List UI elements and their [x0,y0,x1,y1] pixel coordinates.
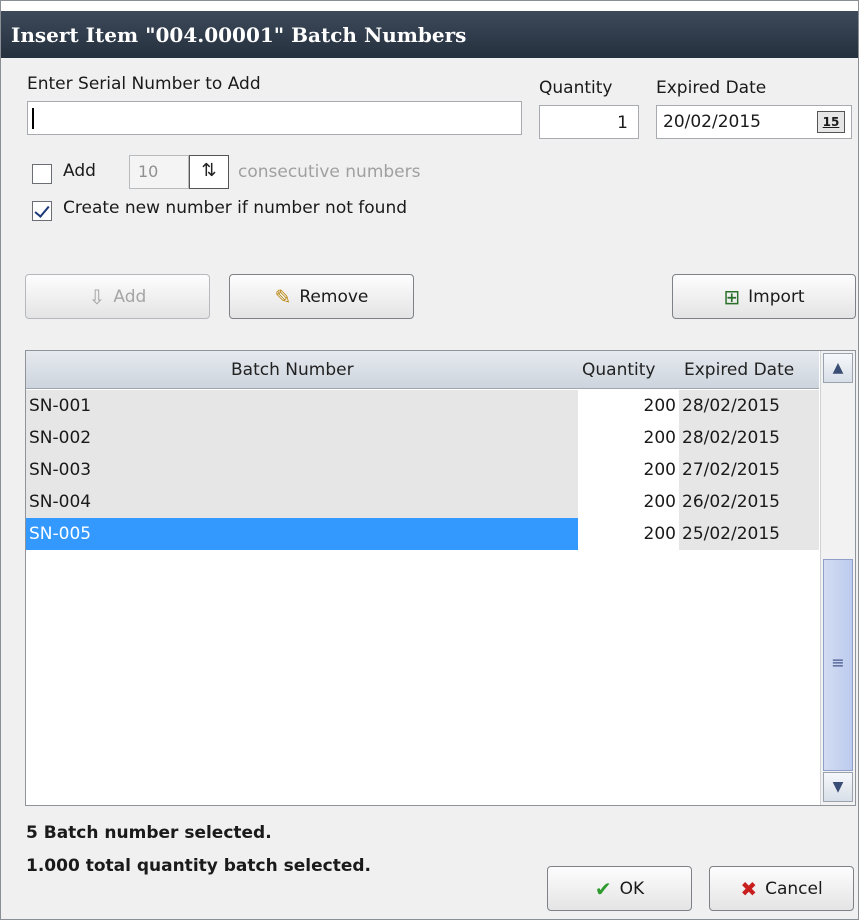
cell-quantity: 200 [643,428,676,448]
remove-button[interactable]: ✎ Remove [229,274,414,319]
status-batch-count: 5 Batch number selected. [26,823,272,843]
title-bar[interactable]: Insert Item "004.00001" Batch Numbers [1,1,858,58]
ok-button[interactable]: ✔ OK [547,866,692,911]
checkmark-icon: ✔ [594,876,612,901]
cell-expired-date: 27/02/2015 [679,454,819,486]
table-row-selected[interactable]: SN-005 200 25/02/2015 [26,518,819,550]
quantity-input[interactable]: 1 [539,105,639,139]
consecutive-numbers-label: consecutive numbers [238,162,421,182]
expired-date-label: Expired Date [656,78,767,98]
expired-date-value: 20/02/2015 [663,112,761,132]
cell-expired-date: 28/02/2015 [679,422,819,454]
table-row[interactable]: SN-004 200 26/02/2015 [26,486,819,518]
spin-arrows-icon[interactable]: ⇅ [189,155,229,189]
x-icon: ✖ [740,876,758,901]
table-row[interactable]: SN-003 200 27/02/2015 [26,454,819,486]
cell-quantity: 200 [643,492,676,512]
column-header-batch-number[interactable]: Batch Number [231,360,354,380]
batch-numbers-dialog: Insert Item "004.00001" Batch Numbers En… [0,0,859,920]
cell-expired-date: 26/02/2015 [679,486,819,518]
grid-header: Batch Number Quantity Expired Date [26,351,819,389]
create-new-number-checkbox[interactable] [32,201,52,221]
grid-scrollbar[interactable]: ▲ ≡ ▼ [820,351,855,805]
cell-batch-number: SN-004 [26,486,578,518]
text-caret [32,108,34,129]
cell-quantity: 200 [643,524,676,544]
consecutive-count-input[interactable]: 10 [129,155,189,189]
cell-quantity: 200 [643,460,676,480]
cell-quantity: 200 [643,396,676,416]
scroll-thumb-grip-icon[interactable]: ≡ [823,559,853,771]
scroll-down-icon[interactable]: ▼ [823,772,853,802]
add-consecutive-label: Add [63,161,96,181]
cell-batch-number: SN-003 [26,454,578,486]
status-total-quantity: 1.000 total quantity batch selected. [26,856,371,876]
add-consecutive-checkbox[interactable] [32,164,52,184]
expired-date-input[interactable]: 20/02/2015 15 [656,105,852,139]
add-button[interactable]: ⇩ Add [25,274,210,319]
serial-input[interactable] [27,101,522,135]
column-header-quantity[interactable]: Quantity [582,360,655,380]
table-row[interactable]: SN-002 200 28/02/2015 [26,422,819,454]
window-title: Insert Item "004.00001" Batch Numbers [11,23,467,47]
column-header-expired-date[interactable]: Expired Date [684,360,794,380]
serial-label: Enter Serial Number to Add [27,74,261,94]
cell-expired-date: 28/02/2015 [679,390,819,422]
cell-batch-number: SN-002 [26,422,578,454]
create-new-number-label: Create new number if number not found [63,198,408,218]
eraser-icon: ✎ [274,284,292,309]
batch-grid[interactable]: Batch Number Quantity Expired Date SN-00… [25,350,856,806]
table-row[interactable]: SN-001 200 28/02/2015 [26,390,819,422]
quantity-label: Quantity [539,78,613,98]
import-button[interactable]: ⊞ Import [672,274,856,319]
import-icon: ⊞ [723,284,741,309]
calendar-icon[interactable]: 15 [817,111,845,133]
cell-batch-number: SN-001 [26,390,578,422]
cell-batch-number: SN-005 [26,518,578,550]
cancel-button[interactable]: ✖ Cancel [709,866,854,911]
cell-expired-date: 25/02/2015 [679,518,819,550]
scroll-up-icon[interactable]: ▲ [823,353,853,383]
arrow-down-outline-icon: ⇩ [88,284,106,309]
